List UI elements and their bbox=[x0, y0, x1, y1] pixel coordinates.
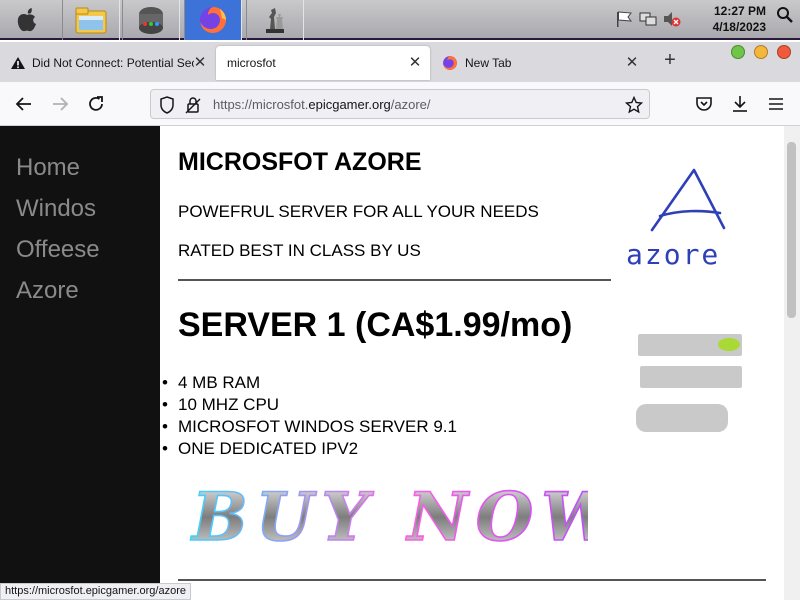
downloads-icon[interactable] bbox=[730, 94, 750, 114]
folder-icon bbox=[75, 7, 107, 34]
tab-label: microsfot bbox=[227, 56, 276, 70]
nav-link-offeese[interactable]: Offeese bbox=[16, 236, 100, 264]
server-specs-list: 4 MB RAM 10 MHZ CPU MICROSFOT WINDOS SER… bbox=[162, 372, 457, 460]
network-status-icon[interactable] bbox=[638, 10, 658, 28]
os-taskbar: 12:27 PM 4/18/2023 bbox=[0, 0, 800, 40]
sidebar-nav: Home Windos Offeese Azore bbox=[0, 126, 160, 600]
spec-item: 4 MB RAM bbox=[162, 372, 457, 394]
volume-muted-icon[interactable] bbox=[662, 10, 682, 28]
flag-icon[interactable] bbox=[614, 10, 634, 28]
url-text[interactable]: https://microsfot.epicgamer.org/azore/ bbox=[213, 97, 431, 112]
back-arrow-icon[interactable] bbox=[14, 94, 34, 114]
nav-link-azore[interactable]: Azore bbox=[16, 277, 79, 305]
redacted-block bbox=[636, 404, 728, 432]
taskbar-firefox[interactable] bbox=[184, 0, 242, 40]
lock-warning-icon[interactable] bbox=[185, 96, 201, 114]
warning-icon bbox=[11, 57, 25, 69]
clock-time: 12:27 PM bbox=[713, 4, 766, 18]
window-maximize-button[interactable] bbox=[731, 45, 745, 59]
router-icon bbox=[139, 7, 163, 34]
server-heading: SERVER 1 (CA$1.99/mo) bbox=[178, 306, 573, 344]
clock-date: 4/18/2023 bbox=[712, 20, 766, 34]
tracking-shield-icon[interactable] bbox=[159, 96, 175, 114]
search-icon[interactable] bbox=[776, 6, 794, 24]
tab-microsfot[interactable]: microsfot ✕ bbox=[216, 46, 430, 80]
forward-arrow-icon[interactable] bbox=[50, 94, 70, 114]
taskbar-file-manager[interactable] bbox=[62, 0, 120, 40]
url-path: /azore/ bbox=[390, 97, 431, 112]
tab-close-button[interactable]: ✕ bbox=[625, 55, 639, 70]
url-domain: epicgamer.org bbox=[308, 97, 391, 112]
nav-link-home[interactable]: Home bbox=[16, 154, 80, 182]
window-close-button[interactable] bbox=[777, 45, 791, 59]
taskbar-network-app[interactable] bbox=[122, 0, 180, 40]
pocket-icon[interactable] bbox=[694, 94, 714, 114]
navigation-toolbar: https://microsfot.epicgamer.org/azore/ bbox=[0, 82, 800, 126]
firefox-icon bbox=[443, 56, 457, 70]
buy-now-button[interactable]: BUY NOW bbox=[188, 470, 588, 560]
spec-item: ONE DEDICATED IPV2 bbox=[162, 438, 457, 460]
reload-icon[interactable] bbox=[86, 94, 106, 114]
firefox-icon bbox=[200, 7, 226, 33]
tab-strip: Did Not Connect: Potential Sec ✕ microsf… bbox=[0, 42, 800, 82]
spec-item: MICROSFOT WINDOS SERVER 9.1 bbox=[162, 416, 457, 438]
tagline-rating: RATED BEST IN CLASS BY US bbox=[178, 241, 421, 260]
tab-close-button[interactable]: ✕ bbox=[193, 55, 207, 70]
taskbar-chess[interactable] bbox=[246, 0, 304, 40]
green-mark bbox=[718, 338, 740, 351]
url-bar[interactable]: https://microsfot.epicgamer.org/azore/ bbox=[150, 89, 650, 119]
nav-link-windos[interactable]: Windos bbox=[16, 195, 96, 223]
tab-new-tab[interactable]: New Tab ✕ bbox=[434, 46, 648, 80]
system-clock[interactable]: 12:27 PM 4/18/2023 bbox=[696, 3, 766, 35]
chess-pieces-icon bbox=[266, 8, 284, 33]
buy-now-text: BUY NOW bbox=[190, 478, 588, 556]
tagline-power: POWEFRUL SERVER FOR ALL YOUR NEEDS bbox=[178, 202, 539, 221]
new-tab-button[interactable]: + bbox=[660, 50, 680, 70]
web-page: Home Windos Offeese Azore MICROSFOT AZOR… bbox=[0, 126, 800, 600]
divider bbox=[178, 579, 766, 581]
logo-wordmark: azore bbox=[626, 238, 720, 271]
spec-item: 10 MHZ CPU bbox=[162, 394, 457, 416]
redacted-block bbox=[640, 366, 742, 388]
divider bbox=[178, 279, 611, 281]
redacted-block bbox=[638, 334, 742, 356]
page-title: MICROSFOT AZORE bbox=[178, 148, 422, 176]
scrollbar-thumb[interactable] bbox=[787, 142, 796, 318]
tab-did-not-connect[interactable]: Did Not Connect: Potential Sec ✕ bbox=[2, 46, 214, 80]
tab-label: Did Not Connect: Potential Sec bbox=[32, 56, 194, 70]
hamburger-menu-icon[interactable] bbox=[766, 94, 786, 114]
page-scrollbar[interactable] bbox=[784, 126, 800, 600]
bookmark-star-icon[interactable] bbox=[625, 96, 643, 114]
url-prefix: https://microsfot. bbox=[213, 97, 309, 112]
link-status-bar: https://microsfot.epicgamer.org/azore bbox=[0, 583, 191, 600]
tab-close-button[interactable]: ✕ bbox=[408, 55, 422, 70]
apple-menu-icon[interactable] bbox=[16, 8, 38, 32]
window-minimize-button[interactable] bbox=[754, 45, 768, 59]
azore-logo: azore bbox=[626, 168, 726, 271]
tab-label: New Tab bbox=[465, 56, 512, 70]
